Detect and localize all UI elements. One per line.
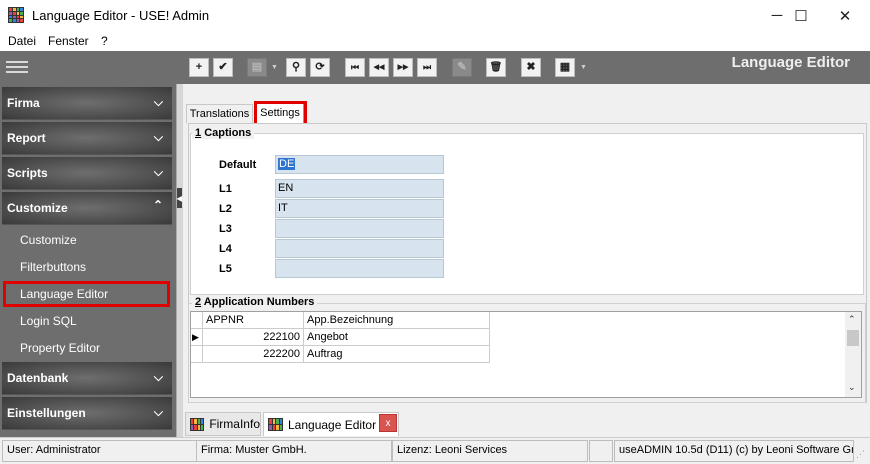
chevron-down-icon: ⌵ [153,95,163,109]
table-cell-app-bezeichnung[interactable]: Auftrag [304,346,490,363]
sidebar-item-property-editor[interactable]: Property Editor [20,341,100,355]
application-numbers-grid[interactable]: APPNR App.Bezeichnung ▶ 222100 Angebot 2… [190,311,862,398]
last-record-icon[interactable]: ⏭ [417,58,437,77]
sidebar-section-label: Datenbank [7,371,69,385]
menu-fenster[interactable]: Fenster [48,34,89,48]
sidebar-item-login-sql[interactable]: Login SQL [20,314,77,328]
print-dropdown-caret-icon[interactable]: ▼ [271,64,278,71]
column-header-appnr[interactable]: APPNR [203,312,304,329]
menu-bar: Datei Fenster ? [0,31,870,51]
module-grid-icon [268,418,283,431]
next-record-icon[interactable]: ▶▶ [393,58,413,77]
edit-icon[interactable]: ✎ [452,58,472,77]
scroll-up-icon[interactable]: ⌃ [848,314,856,325]
sidebar-splitter[interactable] [176,84,183,437]
delete-icon[interactable]: 🗑 [486,58,506,77]
l1-caption-field[interactable]: EN [275,179,444,198]
module-grid-icon [190,417,205,431]
collapse-sidebar-icon[interactable]: ◀ [176,188,183,208]
sidebar-section-label: Customize [7,201,68,215]
maximize-button[interactable]: ☐ [778,0,824,31]
sidebar-section-datenbank[interactable]: Datenbank ⌵ [2,362,172,395]
l4-label: L4 [219,243,232,255]
sidebar-section-scripts[interactable]: Scripts ⌵ [2,157,172,190]
scroll-down-icon[interactable]: ⌄ [848,382,856,393]
first-record-icon[interactable]: ⏮ [345,58,365,77]
doc-tab-label: FirmaInfo [209,417,260,431]
row-indicator [191,346,203,363]
current-row-indicator-icon: ▶ [191,329,203,346]
row-indicator-header [191,312,203,329]
sidebar-section-label: Scripts [7,166,48,180]
menu-datei[interactable]: Datei [8,34,36,48]
sidebar-section-firma[interactable]: Firma ⌵ [2,87,172,120]
sidebar-item-customize[interactable]: Customize [20,233,77,247]
l1-label: L1 [219,183,232,195]
tab-translations[interactable]: Translations [186,104,253,123]
status-version: useADMIN 10.5d (D11) (c) by Leoni Softwa… [614,440,854,462]
check-icon[interactable]: ✔ [213,58,233,77]
menu-help[interactable]: ? [101,34,108,48]
hamburger-menu-icon[interactable] [6,58,28,76]
add-icon[interactable]: + [189,58,209,77]
captions-group-title: 1 Captions [192,127,255,139]
close-button[interactable]: ✕ [822,0,868,31]
grid-view-icon[interactable]: ▦ [555,58,575,77]
l2-label: L2 [219,203,232,215]
default-label: Default [219,159,257,171]
l5-caption-field[interactable] [275,259,444,278]
sidebar-section-label: Firma [7,96,40,110]
status-company: Firma: Muster GmbH. [196,440,392,462]
table-cell-appnr[interactable]: 222200 [203,346,304,363]
l4-caption-field[interactable] [275,239,444,258]
status-empty-cell [589,440,613,462]
sidebar-section-label: Einstellungen [7,406,86,420]
sidebar-item-filterbuttons[interactable]: Filterbuttons [20,260,86,274]
doc-tab-firmainfo[interactable]: FirmaInfo [185,412,261,436]
sidebar-section-label: Report [7,131,46,145]
l3-caption-field[interactable] [275,219,444,238]
window-title: Language Editor - USE! Admin [32,8,210,23]
sidebar-section-report[interactable]: Report ⌵ [2,122,172,155]
module-title: Language Editor [731,54,850,71]
status-user: User: Administrator [2,440,200,462]
chevron-down-icon: ⌵ [153,165,163,179]
close-tab-icon[interactable]: x [379,414,397,432]
grid-vertical-scrollbar[interactable]: ⌃ ⌄ [845,312,861,397]
chevron-down-icon: ⌵ [153,405,163,419]
cancel-icon[interactable]: ✖ [521,58,541,77]
table-cell-appnr[interactable]: 222100 [203,329,304,346]
l5-label: L5 [219,263,232,275]
search-icon[interactable]: ⚲ [286,58,306,77]
chevron-down-icon: ⌵ [153,130,163,144]
scroll-thumb[interactable] [847,330,859,346]
application-numbers-group-title: 2 Application Numbers [192,296,318,308]
print-icon[interactable]: ▤ [247,58,267,77]
status-license: Lizenz: Leoni Services [392,440,588,462]
table-cell-app-bezeichnung[interactable]: Angebot [304,329,490,346]
app-grid-icon [8,7,24,23]
l2-caption-field[interactable]: IT [275,199,444,218]
column-header-app-bezeichnung[interactable]: App.Bezeichnung [304,312,490,329]
sidebar-section-einstellungen[interactable]: Einstellungen ⌵ [2,397,172,430]
selected-item-highlight [3,281,170,307]
l3-label: L3 [219,223,232,235]
resize-grip-icon[interactable]: ⋰ [856,449,865,460]
doc-tab-label: Language Editor [288,417,377,432]
default-caption-field[interactable]: DE [275,155,444,174]
grid-view-dropdown-caret-icon[interactable]: ▼ [580,64,587,71]
refresh-icon[interactable]: ⟳ [310,58,330,77]
previous-record-icon[interactable]: ◀◀ [369,58,389,77]
sidebar-section-customize[interactable]: Customize ⌃ [2,192,172,225]
chevron-down-icon: ⌵ [153,370,163,384]
chevron-up-icon: ⌃ [152,198,163,212]
